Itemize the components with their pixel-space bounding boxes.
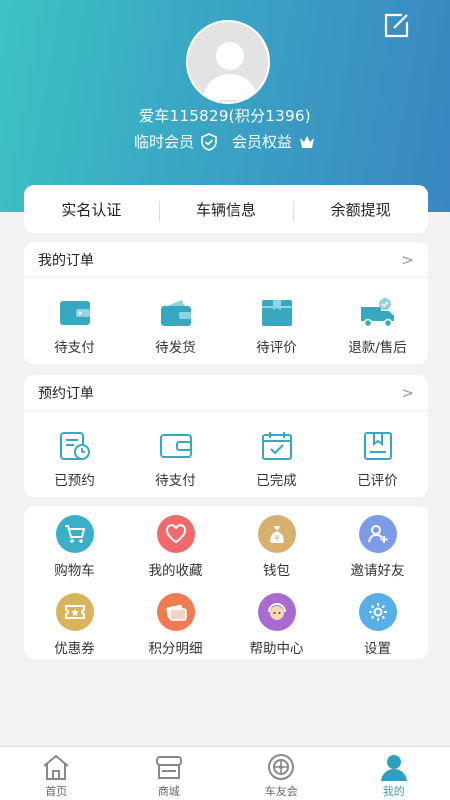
service-wallet[interactable]: ¥ 钱包 [226, 515, 327, 579]
order-pending-payment-label: 待支付 [54, 340, 95, 356]
balance-withdraw-button[interactable]: 余额提现 [293, 199, 428, 221]
service-favorites[interactable]: 我的收藏 [125, 515, 226, 579]
quick-actions-card: 实名认证 车辆信息 余额提现 [24, 185, 428, 233]
shop-icon [153, 752, 185, 782]
order-pending-payment[interactable]: 待支付 [24, 296, 125, 356]
order-pending-review-label: 待评价 [256, 340, 297, 356]
heart-icon [156, 515, 195, 553]
tab-car-club[interactable]: 车友会 [225, 747, 338, 800]
truck-icon [358, 296, 398, 330]
order-pending-shipment-label: 待发货 [155, 340, 196, 356]
service-favorites-label: 我的收藏 [148, 563, 203, 579]
booking-reserved[interactable]: 已预约 [24, 429, 125, 489]
shield-icon [200, 132, 218, 151]
booking-orders-title: 预约订单 [38, 385, 94, 402]
service-help-label: 帮助中心 [249, 641, 304, 657]
gear-icon [358, 593, 397, 631]
booking-pending-payment-label: 待支付 [155, 473, 196, 489]
tab-mine-label: 我的 [382, 785, 405, 798]
member-level[interactable]: 临时会员 [134, 131, 194, 152]
coupon-icon [55, 593, 94, 631]
my-orders-title: 我的订单 [38, 252, 94, 269]
service-coupons[interactable]: 优惠券 [24, 593, 125, 657]
service-cart[interactable]: 购物车 [24, 515, 125, 579]
support-icon [257, 593, 296, 631]
bookmark-icon [358, 429, 398, 463]
calendar-check-icon [257, 429, 297, 463]
service-invite-label: 邀请好友 [350, 563, 405, 579]
avatar[interactable] [186, 20, 270, 104]
wallet-open-icon [156, 296, 196, 330]
tab-home[interactable]: 首页 [0, 747, 113, 800]
tab-car-club-label: 车友会 [264, 785, 298, 798]
services-card: 购物车 我的收藏 ¥ 钱包 邀请好友 优惠券 积分明细 帮助中心 设置 [24, 506, 428, 659]
tab-shop[interactable]: 商城 [113, 747, 226, 800]
cart-icon [55, 515, 94, 553]
money-bag-icon: ¥ [257, 515, 296, 553]
chevron-right-icon[interactable]: > [401, 384, 414, 402]
order-pending-review[interactable]: 待评价 [226, 296, 327, 356]
booking-reserved-label: 已预约 [54, 473, 95, 489]
home-icon [40, 752, 72, 782]
service-help[interactable]: 帮助中心 [226, 593, 327, 657]
booking-reviewed-label: 已评价 [357, 473, 398, 489]
user-icon [378, 752, 410, 782]
booking-reviewed[interactable]: 已评价 [327, 429, 428, 489]
my-orders-header[interactable]: 我的订单 > [24, 242, 428, 278]
svg-text:¥: ¥ [274, 534, 279, 543]
profile-header: 爱车115829(积分1396) 临时会员 会员权益 [0, 0, 450, 212]
tab-home-label: 首页 [45, 785, 68, 798]
edit-profile-icon[interactable] [382, 12, 412, 40]
service-wallet-label: 钱包 [263, 563, 290, 579]
member-row: 临时会员 会员权益 [0, 131, 450, 152]
service-invite[interactable]: 邀请好友 [327, 515, 428, 579]
chevron-right-icon[interactable]: > [401, 251, 414, 269]
booking-orders-card: 预约订单 > 已预约 待支付 已完成 已评价 [24, 375, 428, 497]
real-name-auth-button[interactable]: 实名认证 [24, 199, 159, 220]
points-icon [156, 593, 195, 631]
order-refund-label: 退款/售后 [348, 340, 407, 356]
order-refund-aftersale[interactable]: 退款/售后 [327, 296, 428, 356]
box-icon [257, 296, 297, 330]
service-settings[interactable]: 设置 [327, 593, 428, 657]
wallet-outline-icon [156, 429, 196, 463]
wheel-icon [265, 752, 297, 782]
booking-completed-label: 已完成 [256, 473, 297, 489]
vehicle-info-button[interactable]: 车辆信息 [158, 199, 294, 221]
member-benefits-link[interactable]: 会员权益 [232, 131, 292, 152]
user-nickname: 爱车115829(积分1396) [139, 107, 311, 125]
booking-pending-payment[interactable]: 待支付 [125, 429, 226, 489]
add-user-icon [358, 515, 397, 553]
booking-completed[interactable]: 已完成 [226, 429, 327, 489]
calendar-clock-icon [55, 429, 95, 463]
service-coupons-label: 优惠券 [54, 641, 95, 657]
crown-icon [298, 133, 316, 151]
tab-shop-label: 商城 [157, 785, 180, 798]
bottom-tab-bar: 首页 商城 车友会 我的 [0, 746, 450, 800]
service-points[interactable]: 积分明细 [125, 593, 226, 657]
tab-mine[interactable]: 我的 [338, 747, 450, 800]
service-cart-label: 购物车 [54, 563, 95, 579]
service-points-label: 积分明细 [148, 641, 203, 657]
wallet-icon [55, 296, 95, 330]
order-pending-shipment[interactable]: 待发货 [125, 296, 226, 356]
service-settings-label: 设置 [364, 641, 391, 657]
booking-orders-header[interactable]: 预约订单 > [24, 375, 428, 411]
my-orders-card: 我的订单 > 待支付 待发货 待评价 退款/售后 [24, 242, 428, 364]
